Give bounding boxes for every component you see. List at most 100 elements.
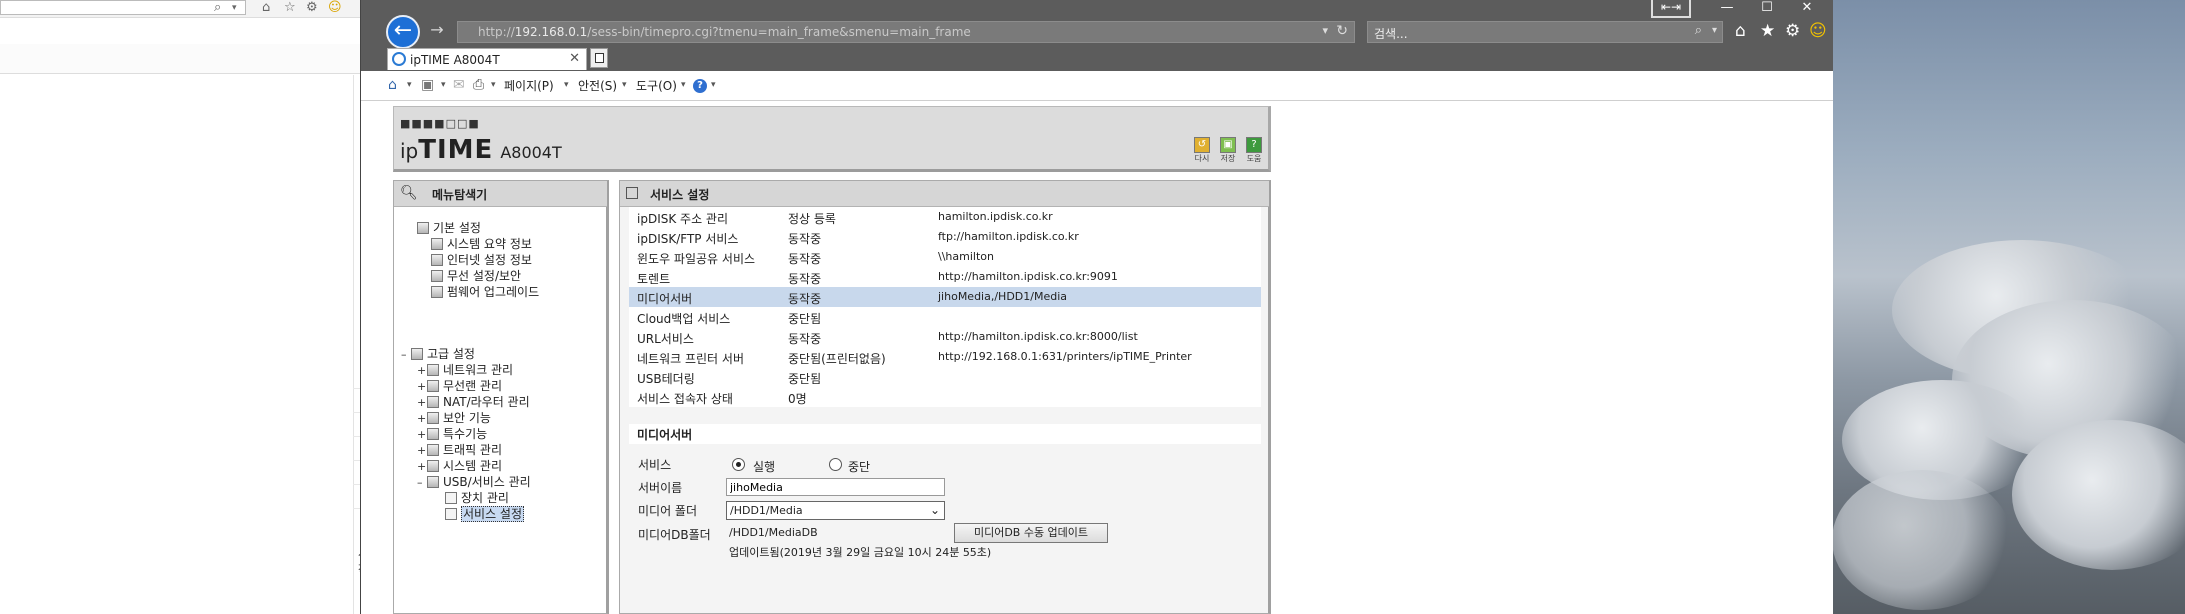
menu-basic-settings[interactable]: 기본 설정	[417, 219, 481, 236]
radio-run[interactable]	[732, 458, 745, 471]
refresh-button[interactable]: ↺ 다시	[1192, 137, 1212, 169]
expand-icon[interactable]: +	[417, 444, 427, 457]
url-text: http://192.168.0.1/sess-bin/timepro.cgi?…	[478, 25, 971, 39]
refresh-icon: ↺	[1194, 137, 1210, 153]
save-button[interactable]: ▣ 저장	[1218, 137, 1238, 169]
service-row: Cloud백업 서비스 중단됨	[629, 307, 1261, 327]
background-address-bar[interactable]	[0, 0, 246, 15]
chevron-down-icon[interactable]: ▾	[711, 80, 716, 90]
chevron-down-icon[interactable]: ▾	[491, 80, 496, 90]
menu-item-internet-info[interactable]: 인터넷 설정 정보	[431, 251, 532, 268]
search-icon[interactable]: ⌕	[1695, 23, 1702, 38]
media-db-updated-text: 업데이트됨(2019년 3월 29일 금요일 10시 24분 55초)	[729, 546, 992, 559]
expand-icon[interactable]: +	[417, 428, 427, 441]
menu-label: 장치 관리	[461, 491, 509, 505]
service-name: Cloud백업 서비스	[637, 312, 731, 326]
menu-item-usb-service[interactable]: – USB/서비스 관리	[417, 473, 531, 490]
menu-label: 펌웨어 업그레이드	[447, 285, 540, 299]
menu-item-wireless[interactable]: 무선 설정/보안	[431, 267, 521, 284]
menu-item-nat[interactable]: + NAT/라우터 관리	[417, 393, 530, 410]
chevron-down-icon[interactable]: ▾	[232, 3, 237, 13]
background-command-bar	[0, 44, 360, 74]
service-detail: \\hamilton	[938, 250, 994, 263]
media-folder-value: /HDD1/Media	[730, 504, 803, 517]
server-name-input[interactable]	[726, 478, 945, 496]
expand-icon[interactable]: +	[417, 396, 427, 409]
folder-icon	[427, 476, 439, 488]
page-icon	[445, 508, 457, 520]
menu-item-system[interactable]: + 시스템 관리	[417, 457, 502, 474]
tab-iptime[interactable]: ipTIME A8004T ✕	[387, 48, 587, 70]
menu-item-system-summary[interactable]: 시스템 요약 정보	[431, 235, 532, 252]
address-bar[interactable]: http://192.168.0.1/sess-bin/timepro.cgi?…	[457, 21, 1355, 43]
page-menu[interactable]: 페이지(P)	[504, 77, 554, 94]
menu-item-security[interactable]: + 보안 기능	[417, 409, 491, 426]
back-button[interactable]: ←	[386, 15, 420, 49]
collapse-icon[interactable]: –	[417, 476, 427, 489]
folder-gear-icon	[417, 222, 429, 234]
chevron-down-icon[interactable]: ▾	[407, 80, 412, 90]
url-scheme: http://	[478, 25, 515, 39]
favorites-star-icon[interactable]: ★	[1760, 21, 1775, 41]
smiley-icon[interactable]: ☺	[328, 0, 342, 15]
minimize-button[interactable]: —	[1707, 0, 1747, 16]
chevron-down-icon[interactable]: ▾	[441, 80, 446, 90]
gear-icon[interactable]: ⚙	[306, 0, 318, 15]
menu-item-network[interactable]: + 네트워크 관리	[417, 361, 513, 378]
menu-label: 무선랜 관리	[443, 379, 503, 393]
menu-item-device-management[interactable]: 장치 관리	[445, 489, 509, 506]
radio-stop[interactable]	[829, 458, 842, 471]
chevron-down-icon[interactable]: ▾	[1322, 24, 1328, 37]
expand-icon[interactable]: +	[417, 364, 427, 377]
media-service-label: 서비스	[638, 458, 672, 472]
help-button[interactable]: ? 도움	[1244, 137, 1264, 169]
media-db-update-button[interactable]: 미디어DB 수동 업데이트	[954, 523, 1108, 543]
mail-icon[interactable]: ✉	[453, 77, 465, 93]
new-tab-button[interactable]	[590, 48, 608, 68]
service-row: 토렌트 동작중 http://hamilton.ipdisk.co.kr:9091	[629, 267, 1261, 287]
home-icon[interactable]: ⌂	[388, 77, 397, 93]
home-icon[interactable]: ⌂	[1735, 21, 1746, 41]
menu-advanced-settings[interactable]: – 고급 설정	[401, 345, 475, 362]
collapse-icon[interactable]: –	[401, 348, 411, 361]
folder-icon	[427, 460, 439, 472]
gear-icon[interactable]: ⚙	[1785, 21, 1800, 41]
menu-item-wlan[interactable]: + 무선랜 관리	[417, 377, 502, 394]
chevron-down-icon[interactable]: ▾	[1712, 25, 1717, 36]
search-icon[interactable]: ⌕	[214, 0, 221, 15]
help-label: 도움	[1246, 154, 1262, 163]
refresh-icon[interactable]: ↻	[1336, 23, 1348, 39]
service-row: ipDISK 주소 관리 정상 등록 hamilton.ipdisk.co.kr	[629, 207, 1261, 227]
expand-icon[interactable]: +	[417, 380, 427, 393]
help-icon[interactable]: ?	[693, 79, 707, 93]
smiley-icon[interactable]: ☺	[1809, 21, 1827, 41]
media-folder-select[interactable]: /HDD1/Media ⌄	[726, 501, 945, 520]
menu-item-special[interactable]: + 특수기능	[417, 425, 487, 442]
close-tab-icon[interactable]: ✕	[569, 51, 580, 66]
search-box[interactable]: 검색... ⌕ ▾	[1367, 21, 1723, 43]
home-icon[interactable]: ⌂	[262, 0, 270, 15]
star-icon[interactable]: ☆	[284, 0, 296, 15]
menu-item-service-settings[interactable]: 서비스 설정	[445, 505, 525, 522]
service-row: URL서비스 동작중 http://hamilton.ipdisk.co.kr:80…	[629, 327, 1261, 347]
expand-icon[interactable]: +	[417, 412, 427, 425]
service-row: ipDISK/FTP 서비스 동작중 ftp://hamilton.ipdisk.c…	[629, 227, 1261, 247]
folder-gear-icon	[411, 348, 423, 360]
service-name: ipDISK/FTP 서비스	[637, 232, 739, 246]
safety-menu[interactable]: 안전(S)	[578, 77, 617, 94]
maximize-button[interactable]: ☐	[1747, 0, 1787, 16]
snap-icon[interactable]: ⇤⇥	[1651, 0, 1691, 18]
print-icon[interactable]: ⎙	[473, 77, 484, 93]
logo-model: A8004T	[500, 143, 562, 162]
service-detail: jihoMedia,/HDD1/Media	[938, 290, 1068, 303]
service-name: 토렌트	[637, 272, 671, 286]
forward-button[interactable]: →	[427, 20, 447, 40]
menu-item-traffic[interactable]: + 트래픽 관리	[417, 441, 502, 458]
menu-item-firmware[interactable]: 펌웨어 업그레이드	[431, 283, 539, 300]
command-bar: ⌂ ▾ ▣ ▾ ✉ ⎙ ▾ 페이지(P) ▾ 안전(S) ▾ 도구(O) ▾ ?…	[361, 71, 1833, 101]
rss-feed-icon[interactable]: ▣	[421, 77, 434, 93]
close-button[interactable]: ✕	[1787, 0, 1827, 16]
background-toolbar: ⌕ ▾ ⌂ ☆ ⚙ ☺	[0, 0, 360, 18]
tools-menu[interactable]: 도구(O)	[636, 77, 677, 94]
expand-icon[interactable]: +	[417, 460, 427, 473]
